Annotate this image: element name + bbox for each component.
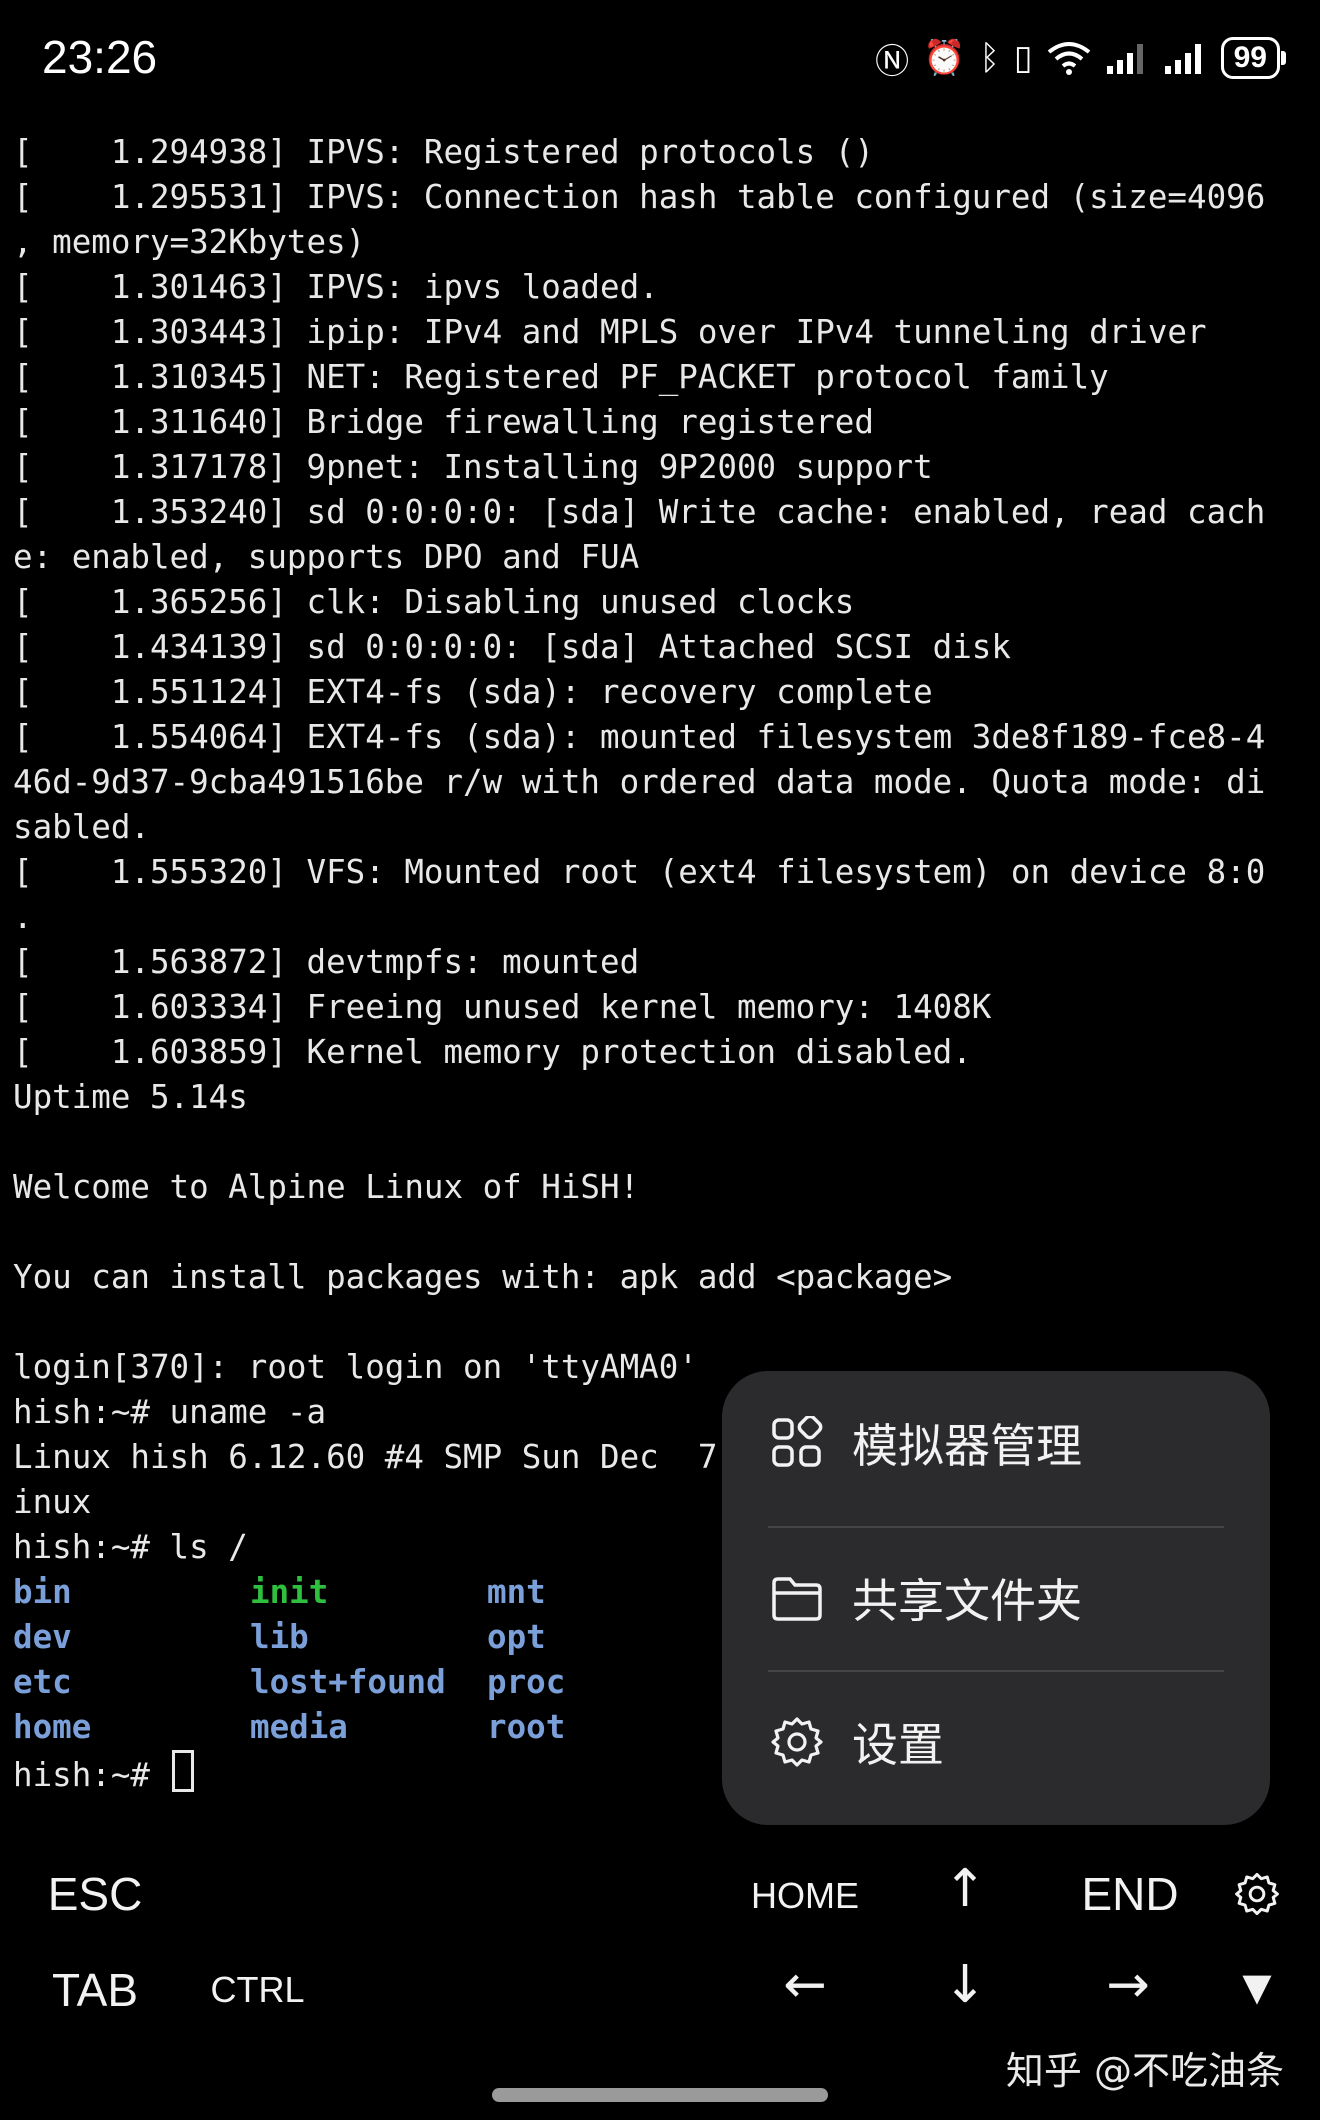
signal-icon xyxy=(1106,44,1143,74)
terminal-lines: [ 1.294938] IPVS: Registered protocols (… xyxy=(13,130,1313,1570)
prompt-text: hish:~# xyxy=(13,1756,170,1794)
terminal-line: [ 1.554064] EXT4-fs (sda): mounted files… xyxy=(13,718,1266,756)
terminal-cursor xyxy=(171,1750,194,1792)
terminal-line: e: enabled, supports DPO and FUA xyxy=(13,538,640,576)
ls-entry: proc xyxy=(487,1663,566,1701)
gear-icon[interactable] xyxy=(1234,1871,1280,1917)
menu-item-label: 共享文件夹 xyxy=(852,1574,1082,1628)
nfc-icon: Ⓝ xyxy=(875,41,910,82)
terminal-line: [ 1.551124] EXT4-fs (sda): recovery comp… xyxy=(13,673,933,711)
terminal-line: [ 1.353240] sd 0:0:0:0: [sda] Write cach… xyxy=(13,493,1266,531)
vibrate-icon: ▯ xyxy=(1013,38,1033,78)
terminal-line: [ 1.365256] clk: Disabling unused clocks xyxy=(13,583,855,621)
battery-indicator: 99 xyxy=(1220,37,1287,79)
terminal-line: , memory=32Kbytes) xyxy=(13,223,366,261)
menu-item-label: 设置 xyxy=(852,1718,944,1772)
esc-key[interactable]: ESC xyxy=(30,1867,160,1921)
ls-entry: dev xyxy=(13,1618,72,1656)
ls-entry: root xyxy=(487,1708,566,1746)
home-key[interactable]: HOME xyxy=(730,1875,880,1917)
terminal-line: [ 1.295531] IPVS: Connection hash table … xyxy=(13,178,1266,216)
grid-icon xyxy=(772,1416,823,1467)
terminal-line: You can install packages with: apk add <… xyxy=(13,1258,953,1296)
terminal-line: [ 1.303443] ipip: IPv4 and MPLS over IPv… xyxy=(13,313,1207,351)
menu-item-settings[interactable]: 设置 xyxy=(722,1670,1270,1814)
extra-keys-bar: ESC HOME ↑ END TAB CTRL ← ↓ → ▼ xyxy=(0,1845,1320,2045)
terminal-line: [ 1.317178] 9pnet: Installing 9P2000 sup… xyxy=(13,448,933,486)
watermark: 知乎 @不吃油条 xyxy=(1005,2049,1284,2093)
ls-entry: init xyxy=(250,1573,329,1611)
terminal-line: [ 1.434139] sd 0:0:0:0: [sda] Attached S… xyxy=(13,628,1011,666)
terminal-line: [ 1.603859] Kernel memory protection dis… xyxy=(13,1033,972,1071)
ls-entry: lib xyxy=(250,1618,309,1656)
terminal-line: sabled. xyxy=(13,808,150,846)
terminal-line: [ 1.603334] Freeing unused kernel memory… xyxy=(13,988,992,1026)
ls-entry: mnt xyxy=(487,1573,546,1611)
terminal-line: Uptime 5.14s xyxy=(13,1078,248,1116)
menu-item-emulator-manager[interactable]: 模拟器管理 xyxy=(722,1371,1270,1515)
terminal-line: [ 1.294938] IPVS: Registered protocols (… xyxy=(13,133,874,171)
ls-entry: opt xyxy=(487,1618,546,1656)
terminal-line: . xyxy=(13,898,33,936)
ls-entry: etc xyxy=(13,1663,72,1701)
collapse-keyboard-button[interactable]: ▼ xyxy=(1222,1965,1292,2009)
terminal-line: [ 1.311640] Bridge firewalling registere… xyxy=(13,403,874,441)
status-icons: Ⓝ ⏰ ᛒ ▯ 99 xyxy=(875,34,1287,82)
status-bar: 23:26 Ⓝ ⏰ ᛒ ▯ 99 xyxy=(0,0,1320,112)
terminal-line: [ 1.301463] IPVS: ipvs loaded. xyxy=(13,268,659,306)
menu-item-shared-folder[interactable]: 共享文件夹 xyxy=(722,1526,1270,1670)
tab-key[interactable]: TAB xyxy=(30,1963,160,2017)
home-indicator[interactable] xyxy=(492,2088,828,2102)
terminal-line: [ 1.563872] devtmpfs: mounted xyxy=(13,943,640,981)
bluetooth-icon: ᛒ xyxy=(979,38,1000,78)
end-key[interactable]: END xyxy=(1060,1867,1200,1921)
terminal-line: [ 1.555320] VFS: Mounted root (ext4 file… xyxy=(13,853,1266,891)
left-arrow-key[interactable]: ← xyxy=(760,1955,850,2015)
ls-entry: media xyxy=(250,1708,348,1746)
folder-icon xyxy=(772,1577,822,1621)
terminal-line: 46d-9d37-9cba491516be r/w with ordered d… xyxy=(13,763,1266,801)
terminal-line: Welcome to Alpine Linux of HiSH! xyxy=(13,1168,640,1206)
right-arrow-key[interactable]: → xyxy=(1083,1955,1173,2015)
ls-entry: bin xyxy=(13,1573,72,1611)
alarm-icon: ⏰ xyxy=(923,38,966,78)
terminal-line: [ 1.310345] NET: Registered PF_PACKET pr… xyxy=(13,358,1109,396)
wifi-icon xyxy=(1047,42,1090,75)
up-arrow-key[interactable]: ↑ xyxy=(920,1859,1010,1919)
down-arrow-key[interactable]: ↓ xyxy=(920,1955,1010,2015)
menu-item-label: 模拟器管理 xyxy=(852,1419,1082,1473)
status-time: 23:26 xyxy=(42,31,158,83)
popup-menu: 模拟器管理 共享文件夹 设置 xyxy=(722,1371,1270,1825)
signal-icon xyxy=(1164,44,1201,74)
ls-entry: home xyxy=(13,1708,92,1746)
gear-icon xyxy=(771,1717,823,1767)
ls-entry: lost+found xyxy=(250,1663,446,1701)
ctrl-key[interactable]: CTRL xyxy=(190,1969,325,2011)
